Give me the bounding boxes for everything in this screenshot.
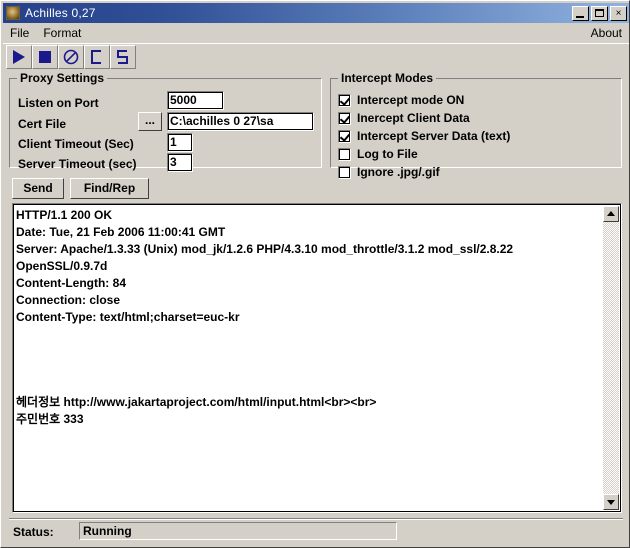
checkbox-ignore-images[interactable] (338, 165, 351, 179)
checkbox-row-log-to-file[interactable]: Log to File (338, 147, 418, 161)
find-replace-button[interactable]: Find/Rep (70, 178, 149, 199)
vertical-scrollbar[interactable] (603, 206, 619, 510)
maximize-icon (595, 8, 604, 17)
minimize-icon (576, 15, 584, 18)
application-window: Achilles 0,27 × File Format About Proxy … (0, 0, 630, 548)
title-bar[interactable]: Achilles 0,27 × (3, 3, 629, 23)
achilles-app-icon (6, 6, 20, 20)
play-triangle-icon (13, 50, 25, 64)
http-text-line: HTTP/1.1 200 OK (16, 208, 113, 222)
window-title: Achilles 0,27 (25, 6, 96, 20)
letter-s-icon (117, 50, 128, 64)
checkbox-intercept-server-data[interactable] (338, 129, 351, 143)
checkbox-log-to-file[interactable] (338, 147, 351, 161)
proxy-settings-title: Proxy Settings (17, 71, 108, 85)
http-text-line: Content-Type: text/html;charset=euc-kr (16, 310, 240, 324)
listen-port-input[interactable]: 5000 (167, 91, 224, 110)
circle-slash-icon (63, 49, 79, 65)
checkbox-label-intercept-server-data: Intercept Server Data (text) (357, 129, 511, 143)
http-text-line: 주민번호 333 (16, 412, 84, 426)
checkbox-intercept-mode-on[interactable] (338, 93, 351, 107)
http-text-line: 헤더정보 http://www.jakartaproject.com/html/… (16, 395, 377, 409)
menu-item-format[interactable]: Format (36, 25, 88, 41)
stop-proxy-button[interactable] (32, 45, 58, 69)
client-timeout-label: Client Timeout (Sec) (18, 137, 134, 151)
status-separator (9, 518, 623, 520)
checkbox-label-ignore-images: Ignore .jpg/.gif (357, 165, 440, 179)
menu-bar: File Format About (3, 24, 629, 42)
client-data-button[interactable] (84, 45, 110, 69)
http-text-line (16, 377, 602, 394)
menu-item-about[interactable]: About (584, 25, 629, 41)
proxy-settings-group: Proxy Settings Listen on Port 5000 Cert … (9, 71, 322, 172)
stop-square-icon (39, 51, 51, 63)
cert-file-browse-button[interactable]: ... (138, 112, 162, 131)
intercept-modes-title: Intercept Modes (338, 71, 437, 85)
http-text-line (16, 343, 602, 360)
checkbox-row-intercept-client-data[interactable]: Inercept Client Data (338, 111, 470, 125)
menu-item-file[interactable]: File (3, 25, 36, 41)
http-text-line: Content-Length: 84 (16, 276, 126, 290)
http-text-line (16, 326, 602, 343)
server-timeout-label: Server Timeout (sec) (18, 157, 137, 171)
checkbox-label-intercept-client-data: Inercept Client Data (357, 111, 470, 125)
close-button[interactable]: × (610, 5, 627, 21)
http-text-line (16, 360, 602, 377)
send-button[interactable]: Send (12, 178, 64, 199)
server-data-button[interactable] (110, 45, 136, 69)
checkbox-row-intercept-server-data[interactable]: Intercept Server Data (text) (338, 129, 510, 143)
http-text-content[interactable]: HTTP/1.1 200 OK Date: Tue, 21 Feb 2006 11… (16, 207, 602, 509)
scroll-down-icon (607, 500, 615, 505)
scroll-up-icon (607, 211, 615, 216)
checkbox-label-log-to-file: Log to File (357, 147, 418, 161)
http-text-line: Date: Tue, 21 Feb 2006 11:00:41 GMT (16, 225, 226, 239)
http-text-line: Server: Apache/1.3.33 (Unix) mod_jk/1.2.… (16, 242, 514, 256)
status-value: Running (79, 522, 397, 540)
client-timeout-input[interactable]: 1 (167, 133, 193, 152)
checkbox-row-intercept-mode-on[interactable]: Intercept mode ON (338, 93, 464, 107)
status-label: Status: (13, 525, 54, 539)
http-text-area[interactable]: HTTP/1.1 200 OK Date: Tue, 21 Feb 2006 11… (12, 203, 622, 513)
checkbox-row-ignore-images[interactable]: Ignore .jpg/.gif (338, 165, 440, 179)
close-icon: × (615, 7, 622, 19)
scroll-up-button[interactable] (603, 206, 619, 222)
block-button[interactable] (58, 45, 84, 69)
toolbar (3, 43, 629, 70)
listen-port-label: Listen on Port (18, 96, 99, 110)
intercept-modes-group: Intercept Modes Intercept mode ON Inerce… (330, 71, 622, 179)
start-proxy-button[interactable] (6, 45, 32, 69)
checkbox-intercept-client-data[interactable] (338, 111, 351, 125)
server-timeout-input[interactable]: 3 (167, 153, 193, 172)
maximize-button[interactable] (591, 5, 608, 21)
letter-c-icon (91, 50, 101, 64)
checkbox-label-intercept-mode-on: Intercept mode ON (357, 93, 465, 107)
http-text-line: Connection: close (16, 293, 121, 307)
http-text-line: OpenSSL/0.9.7d (16, 259, 108, 273)
cert-file-label: Cert File (18, 117, 67, 131)
minimize-button[interactable] (572, 5, 589, 21)
cert-file-input[interactable]: C:\achilles 0 27\sa (167, 112, 314, 131)
scroll-down-button[interactable] (603, 494, 619, 510)
